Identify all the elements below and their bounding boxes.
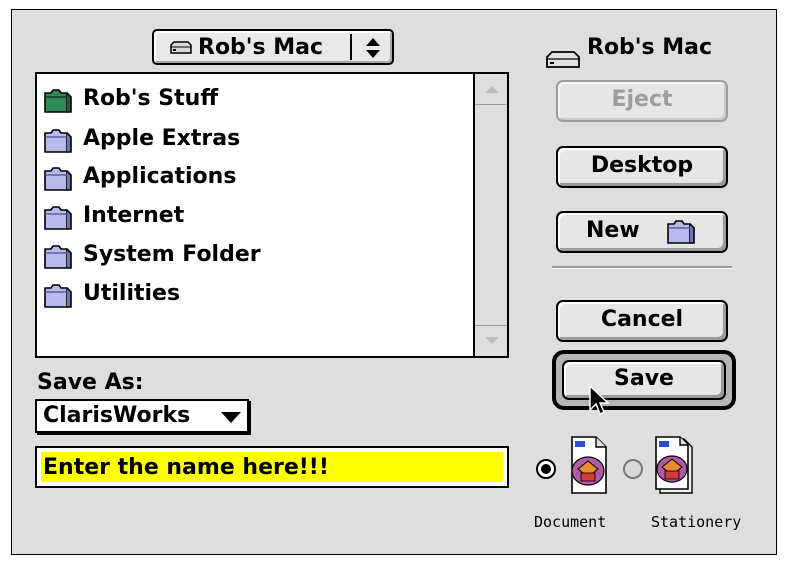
scroll-up-button[interactable] — [475, 74, 507, 105]
file-format-popup[interactable]: ClarisWorks — [35, 399, 249, 433]
up-down-arrows-icon — [360, 36, 386, 60]
list-item-label: System Folder — [83, 242, 261, 267]
save-as-label: Save As: — [37, 370, 144, 395]
list-item-label: Applications — [83, 164, 237, 189]
list-item-label: Internet — [83, 203, 185, 228]
stationery-label: Stationery — [651, 513, 742, 531]
vertical-scrollbar[interactable] — [473, 74, 507, 356]
folder-icon — [666, 219, 696, 257]
folder-icon — [43, 244, 73, 270]
desktop-button[interactable]: Desktop — [556, 146, 728, 188]
stationery-icon[interactable] — [650, 435, 694, 499]
document-label: Document — [534, 513, 607, 531]
document-radio[interactable] — [536, 459, 556, 479]
scroll-down-button[interactable] — [475, 325, 507, 356]
folder-icon — [43, 166, 73, 192]
popup-separator — [350, 34, 352, 60]
file-format-value: ClarisWorks — [43, 403, 191, 428]
up-arrow-icon — [485, 86, 499, 93]
mouse-pointer-icon — [588, 384, 612, 422]
list-item-label: Utilities — [83, 281, 181, 306]
save-button[interactable]: Save — [562, 360, 726, 400]
list-item-label: Rob's Stuff — [83, 86, 219, 111]
hard-disk-icon — [543, 51, 583, 73]
volume-popup-menu[interactable]: Rob's Mac — [152, 29, 394, 65]
file-list[interactable]: Rob's Stuff Apple Extras Applications In… — [35, 72, 509, 358]
new-folder-button[interactable]: New — [556, 211, 728, 253]
cancel-button[interactable]: Cancel — [556, 300, 728, 342]
eject-button[interactable]: Eject — [556, 80, 728, 122]
down-arrow-icon — [485, 337, 499, 344]
stationery-radio[interactable] — [623, 459, 643, 479]
green-folder-icon — [43, 88, 73, 114]
volume-popup-label: Rob's Mac — [198, 35, 324, 60]
document-icon[interactable] — [566, 435, 610, 499]
hard-disk-icon — [168, 40, 194, 59]
folder-icon — [43, 205, 73, 231]
volume-name: Rob's Mac — [587, 35, 713, 60]
list-item-label: Apple Extras — [83, 126, 241, 151]
chevron-down-icon — [221, 412, 241, 423]
folder-icon — [43, 283, 73, 309]
button-divider — [552, 266, 732, 269]
new-folder-button-label: New — [586, 218, 640, 243]
folder-icon — [43, 128, 73, 154]
file-name-field[interactable]: Enter the name here!!! — [35, 446, 509, 488]
file-name-selected-text[interactable]: Enter the name here!!! — [41, 452, 503, 482]
default-button-ring: Save — [552, 350, 736, 410]
